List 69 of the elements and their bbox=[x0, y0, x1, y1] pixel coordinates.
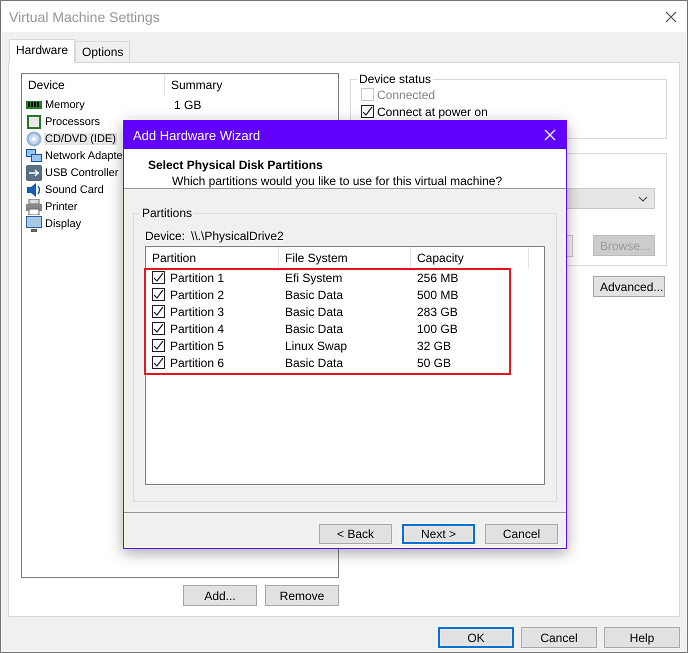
column-header[interactable]: Partition bbox=[146, 247, 279, 269]
capacity: 256 MB bbox=[416, 270, 460, 284]
column-header[interactable]: Capacity bbox=[411, 247, 529, 269]
capacity: 100 GB bbox=[416, 322, 459, 336]
wizard-button[interactable]: < Back bbox=[319, 524, 392, 544]
checkbox-label: Connect at power on bbox=[377, 104, 488, 118]
chip-icon bbox=[26, 114, 42, 130]
speaker-icon bbox=[26, 182, 42, 198]
chevron-down-icon bbox=[638, 196, 648, 202]
partition-name: Partition 5 bbox=[170, 338, 224, 352]
device-name[interactable]: CD/DVD (IDE) bbox=[44, 132, 117, 144]
group-title: Device status bbox=[357, 72, 434, 86]
device-name[interactable]: Network Adapte bbox=[44, 150, 124, 162]
checkbox[interactable] bbox=[152, 305, 165, 318]
device-path: \\.\PhysicalDrive2 bbox=[191, 229, 284, 243]
column-header[interactable]: Device bbox=[22, 74, 165, 96]
capacity: 283 GB bbox=[416, 304, 459, 318]
checkbox-label: Connected bbox=[377, 88, 436, 102]
device-name[interactable]: Display bbox=[44, 218, 82, 230]
device-name[interactable]: Sound Card bbox=[44, 184, 105, 196]
monitor-icon bbox=[26, 216, 42, 232]
wizard-button[interactable]: Cancel bbox=[485, 524, 558, 544]
tab[interactable]: Hardware bbox=[9, 39, 76, 63]
partition-name: Partition 1 bbox=[170, 270, 224, 284]
file-system: Basic Data bbox=[284, 322, 344, 336]
printer-icon bbox=[26, 198, 42, 214]
checkbox[interactable] bbox=[152, 288, 165, 301]
device-button[interactable]: Add... bbox=[183, 585, 257, 606]
wizard-button[interactable]: Next > bbox=[402, 524, 475, 544]
capacity: 32 GB bbox=[416, 338, 452, 352]
device-name[interactable]: Processors bbox=[44, 116, 102, 128]
dialog-title: Add Hardware Wizard bbox=[133, 128, 260, 142]
dialog-button[interactable]: OK bbox=[438, 627, 514, 648]
close-icon[interactable] bbox=[665, 10, 677, 22]
column-header[interactable]: Summary bbox=[165, 78, 222, 92]
checkbox[interactable] bbox=[152, 339, 165, 352]
advanced-button[interactable]: Advanced... bbox=[593, 276, 665, 297]
checkbox[interactable] bbox=[152, 322, 165, 335]
checkbox[interactable] bbox=[361, 105, 374, 118]
tab[interactable]: Options bbox=[75, 41, 130, 62]
device-name[interactable]: Printer bbox=[44, 200, 78, 212]
dialog-button[interactable]: Help bbox=[604, 627, 680, 648]
checkbox[interactable] bbox=[152, 356, 165, 369]
device-name[interactable]: Memory bbox=[44, 98, 86, 110]
file-system: Efi System bbox=[284, 270, 344, 284]
file-system: Linux Swap bbox=[284, 338, 348, 352]
wizard-subheading: Which partitions would you like to use for this virtual machine? bbox=[171, 174, 504, 188]
wizard-heading: Select Physical Disk Partitions bbox=[148, 158, 324, 172]
partition-name: Partition 3 bbox=[170, 304, 224, 318]
capacity: 50 GB bbox=[416, 356, 452, 370]
column-header[interactable]: File System bbox=[279, 247, 411, 269]
device-button[interactable]: Remove bbox=[265, 585, 339, 606]
partition-name: Partition 4 bbox=[170, 322, 224, 336]
window-title: Virtual Machine Settings bbox=[9, 8, 160, 24]
network-icon bbox=[26, 148, 42, 164]
device-name[interactable]: USB Controller bbox=[44, 166, 120, 178]
usb-icon bbox=[26, 164, 42, 180]
device-summary: 1 GB bbox=[173, 98, 202, 112]
checkbox[interactable] bbox=[152, 271, 165, 284]
device-label: Device: bbox=[145, 229, 186, 243]
file-system: Basic Data bbox=[284, 356, 344, 370]
group-title: Partitions bbox=[140, 206, 194, 220]
dialog-button[interactable]: Cancel bbox=[521, 627, 597, 648]
partition-name: Partition 2 bbox=[170, 288, 224, 302]
partition-name: Partition 6 bbox=[170, 356, 224, 370]
file-system: Basic Data bbox=[284, 288, 344, 302]
capacity: 500 MB bbox=[416, 288, 460, 302]
disc-icon bbox=[26, 130, 42, 146]
file-system: Basic Data bbox=[284, 304, 344, 318]
